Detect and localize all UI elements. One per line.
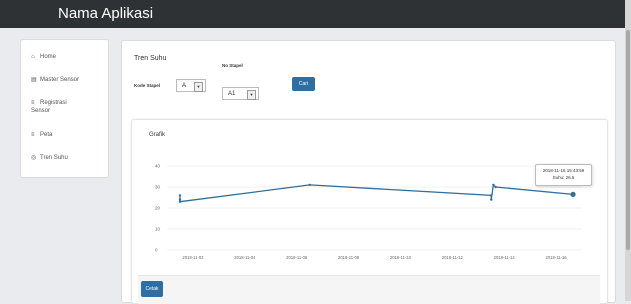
list-icon: ≡ [31, 132, 35, 138]
app-title[interactable]: Nama Aplikasi [58, 5, 153, 22]
chevron-down-icon: ▼ [194, 82, 203, 92]
sidebar-item-registrasi-sensor[interactable]: ≡ Registrasi Sensor [31, 99, 67, 115]
sidebar-item-label: Registrasi [40, 100, 67, 106]
y-tick-label: 10 [155, 227, 161, 232]
x-tick-label: 2018-11-06 [286, 255, 308, 260]
chart-tooltip: 2018-11-16 15:43:59 Suhu: 26.5 [535, 164, 592, 186]
list-icon: ≡ [31, 100, 35, 106]
data-point [178, 198, 182, 201]
chart-footer: Cetak [138, 275, 600, 304]
line-chart: 0 10 20 30 40 2018-11-02 2018-11-04 2018-11-06 2… [155, 164, 582, 260]
tooltip-value: Suhu: 26.5 [552, 175, 575, 180]
sidebar-item-tren-suhu[interactable]: ◎ Tren Suhu [31, 154, 68, 162]
x-tick-label: 2018-11-14 [494, 255, 516, 260]
top-navbar: Nama Aplikasi [0, 0, 625, 28]
scrollbar-thumb[interactable] [626, 30, 630, 250]
data-point [494, 185, 497, 189]
data-point [492, 183, 495, 187]
sidebar-item-label: Home [40, 54, 57, 60]
sidebar-item-master-sensor[interactable]: ▤ Master Sensor [31, 76, 79, 84]
sidebar-item-peta[interactable]: ≡ Peta [31, 131, 52, 139]
data-point [570, 191, 576, 197]
y-tick-label: 0 [155, 248, 158, 253]
x-tick-label: 2018-11-08 [338, 255, 360, 260]
x-tick-label: 2018-11-10 [390, 255, 412, 260]
y-tick-label: 40 [155, 164, 161, 169]
y-tick-label: 30 [155, 185, 161, 190]
sidebar-item-home[interactable]: ⌂ Home [31, 53, 56, 61]
kode-stapel-value: A [182, 83, 187, 89]
sidebar-item-label: Peta [40, 132, 53, 138]
sidebar-item-label: Tren Suhu [40, 155, 68, 161]
sidebar-item-label: Master Sensor [40, 77, 80, 83]
list-icon: ▤ [31, 77, 37, 83]
home-icon: ⌂ [31, 54, 35, 60]
x-tick-label: 2018-11-16 [546, 255, 568, 260]
data-point [490, 194, 493, 197]
x-tick-label: 2018-11-02 [182, 255, 204, 260]
main-panel: Tren Suhu Kode Stapel A ▼ No Stapel A1 ▼… [121, 40, 616, 304]
sidebar: ⌂ Home ▤ Master Sensor ≡ Registrasi Sensor ≡… [20, 39, 109, 178]
print-button[interactable]: Cetak [141, 281, 163, 297]
kode-stapel-select[interactable]: A ▼ [176, 79, 206, 92]
kode-stapel-label: Kode Stapel [134, 83, 161, 88]
x-tick-label: 2018-11-04 [234, 255, 256, 260]
data-point [178, 194, 182, 197]
y-tick-label: 20 [155, 206, 161, 211]
search-button[interactable]: Cari [292, 77, 315, 91]
series-line [179, 183, 574, 203]
circle-icon: ◎ [31, 155, 37, 161]
chevron-down-icon: ▼ [247, 90, 256, 100]
no-stapel-value: A1 [228, 91, 236, 97]
no-stapel-label: No Stapel [222, 63, 243, 68]
data-point [178, 200, 182, 203]
page-title: Tren Suhu [134, 55, 167, 62]
data-point [308, 183, 311, 187]
no-stapel-select[interactable]: A1 ▼ [222, 87, 259, 100]
tooltip-date: 2018-11-16 15:43:59 [542, 168, 585, 173]
x-tick-label: 2018-11-12 [442, 255, 464, 260]
data-point [490, 198, 493, 201]
chart-panel: Grafik 0 10 20 30 40 2018-11-02 2018-11-04 2018… [131, 119, 608, 304]
sidebar-item-label-line2: Sensor [31, 108, 51, 114]
scrollbar[interactable] [625, 0, 631, 301]
